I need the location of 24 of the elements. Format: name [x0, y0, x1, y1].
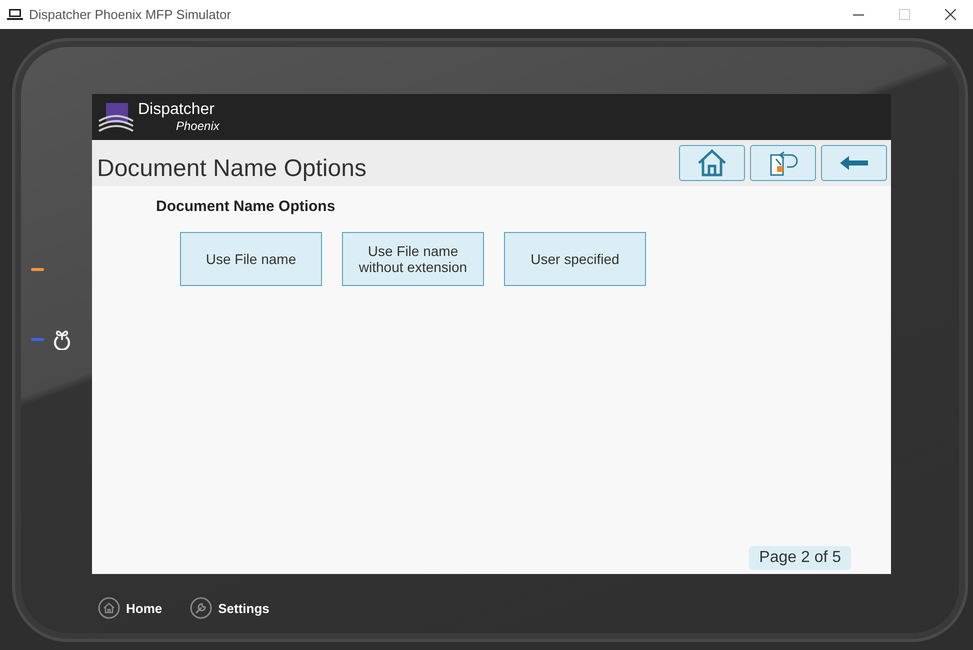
back-arrow-icon — [840, 156, 868, 170]
option-button[interactable]: User specified — [504, 232, 646, 286]
home-button[interactable] — [679, 145, 745, 181]
page-title: Document Name Options — [97, 155, 366, 183]
home-icon — [697, 149, 727, 177]
nav-link[interactable]: Settings — [190, 597, 270, 619]
copy-back-button[interactable] — [750, 145, 816, 181]
option-button[interactable]: Use File name without extension — [342, 232, 484, 286]
nav-label: Home — [126, 600, 162, 616]
home-icon — [98, 597, 120, 619]
section-heading: Document Name Options — [156, 198, 336, 215]
option-button[interactable]: Use File name — [180, 232, 322, 286]
window-title: Dispatcher Phoenix MFP Simulator — [29, 7, 232, 22]
brand-subtitle: Phoenix — [176, 120, 220, 132]
page-indicator: Page 2 of 5 — [749, 546, 851, 570]
brand-name: Dispatcher — [138, 102, 216, 118]
nav-link[interactable]: Home — [98, 597, 162, 619]
logo-icon — [98, 101, 134, 133]
power-icon[interactable] — [52, 328, 72, 350]
back-button[interactable] — [821, 145, 887, 181]
laptop-icon — [7, 8, 23, 21]
close-icon[interactable] — [944, 9, 956, 20]
nav-label: Settings — [218, 600, 270, 616]
wrench-icon — [190, 597, 212, 619]
